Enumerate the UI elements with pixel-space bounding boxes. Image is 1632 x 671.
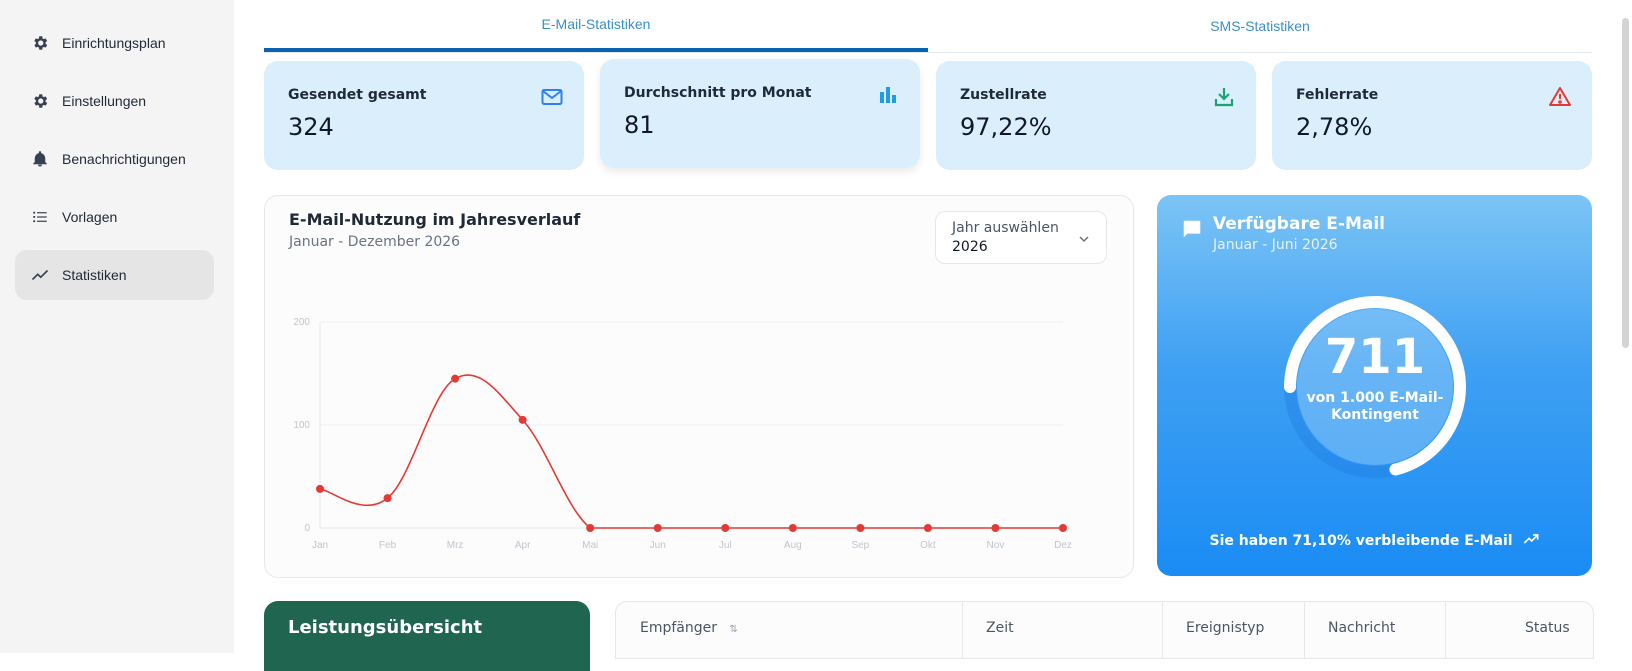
data-point [451,374,460,383]
x-tick-label: Sep [851,540,869,551]
warning-icon [1548,85,1572,109]
sidebar-item-vorlagen[interactable]: Vorlagen [15,192,214,242]
sidebar-item-benachrichtigungen[interactable]: Benachrichtigungen [15,134,214,184]
tab-email-statistiken[interactable]: E-Mail-Statistiken [264,0,928,52]
series-line [319,374,1063,529]
performance-title: Leistungsübersicht [288,617,483,638]
download-icon [1212,85,1236,109]
chevron-down-icon [1078,230,1090,249]
chart-title: E-Mail-Nutzung im Jahresverlauf [289,210,581,229]
trend-icon [30,265,50,285]
stat-label: Fehlerrate [1296,87,1379,103]
year-select-label: Jahr auswählen [952,220,1059,236]
data-point [923,524,932,532]
column-divider [962,602,963,658]
column-divider [1162,602,1163,658]
column-header-status: Status [1525,620,1570,636]
mail-icon [540,85,564,109]
message-icon [1181,218,1203,244]
stat-value: 97,22% [960,113,1052,141]
data-point [856,524,865,532]
sidebar-item-einrichtungsplan[interactable]: Einrichtungsplan [15,18,214,68]
x-tick-label: Jul [719,540,732,551]
scrollbar[interactable] [1620,0,1630,653]
x-tick-label: Mai [582,540,598,551]
gear-icon [30,33,50,53]
bar-chart-icon [876,83,900,107]
stat-card-fehlerrate: Fehlerrate 2,78% [1272,61,1592,170]
available-email-card: Verfügbare E-Mail Januar - Juni 2026 711… [1157,195,1592,576]
stat-value: 81 [624,111,655,139]
sidebar-item-label: Einrichtungsplan [62,35,166,51]
usage-chart-panel: 0 100 200 Jan Feb Mrz Apr Mai Jun Jul Aug Sep Okt Nov… [264,195,1134,578]
data-point [991,524,1000,532]
column-divider [1304,602,1305,658]
sidebar-item-label: Benachrichtigungen [62,151,186,167]
events-table-header: Empfänger ⇅ Zeit Ereignistyp Nachricht S… [615,601,1594,659]
trend-up-icon [1523,531,1539,551]
x-tick-label: Apr [515,540,531,551]
stat-value: 2,78% [1296,113,1373,141]
list-icon [30,207,50,227]
data-point [788,524,797,532]
data-point [586,524,595,532]
available-footer-text: Sie haben 71,10% verbleibende E-Mail [1209,533,1513,549]
available-footer: Sie haben 71,10% verbleibende E-Mail [1157,531,1592,551]
x-tick-label: Dez [1054,540,1072,551]
sidebar-item-label: Statistiken [62,267,127,283]
data-point [1059,524,1067,532]
data-point [316,484,324,493]
stat-card-zustellrate: Zustellrate 97,22% [936,61,1256,170]
sidebar-item-einstellungen[interactable]: Einstellungen [15,76,214,126]
data-point [518,415,527,424]
sidebar: Einrichtungsplan Einstellungen Benachric… [0,0,234,653]
sidebar-item-label: Vorlagen [62,209,118,225]
available-subtitle: Januar - Juni 2026 [1213,237,1338,253]
scrollbar-thumb[interactable] [1622,18,1629,348]
column-header-ereignistyp: Ereignistyp [1186,620,1265,636]
y-tick-label: 200 [293,317,310,328]
available-caption: von 1.000 E-Mail-Kontingent [1306,390,1444,423]
stat-card-gesendet: Gesendet gesamt 324 [264,61,584,170]
stat-value: 324 [288,113,334,141]
x-tick-label: Okt [920,540,936,551]
bell-icon [30,149,50,169]
stat-card-durchschnitt: Durchschnitt pro Monat 81 [600,59,920,168]
y-tick-label: 100 [293,420,310,431]
data-point [721,524,730,532]
year-select[interactable]: Jahr auswählen 2026 [935,211,1107,264]
tab-sms-statistiken[interactable]: SMS-Statistiken [928,0,1592,52]
stat-label: Durchschnitt pro Monat [624,85,812,101]
stats-tabs: E-Mail-Statistiken SMS-Statistiken [264,0,1592,53]
column-divider [1445,602,1446,658]
data-point [383,494,392,503]
year-select-value: 2026 [952,239,988,255]
gear-icon [30,91,50,111]
column-header-nachricht: Nachricht [1328,620,1396,636]
available-number: 711 [1324,329,1426,385]
y-tick-label: 0 [304,523,310,534]
column-header-empfaenger[interactable]: Empfänger ⇅ [640,620,738,636]
sort-icon[interactable]: ⇅ [729,624,737,635]
performance-card: Leistungsübersicht [264,601,590,671]
data-point [653,524,662,532]
sidebar-item-label: Einstellungen [62,93,147,109]
x-tick-label: Jan [312,540,328,551]
x-tick-label: Mrz [447,540,464,551]
available-title: Verfügbare E-Mail [1213,214,1385,234]
stat-label: Gesendet gesamt [288,87,427,103]
stat-label: Zustellrate [960,87,1047,103]
main-content: E-Mail-Statistiken SMS-Statistiken Gesen… [234,0,1632,671]
chart-subtitle: Januar - Dezember 2026 [289,234,461,250]
x-tick-label: Aug [784,540,802,551]
sidebar-item-statistiken[interactable]: Statistiken [15,250,214,300]
column-header-label: Empfänger [640,620,718,636]
x-tick-label: Feb [379,540,397,551]
x-tick-label: Jun [650,540,666,551]
column-header-zeit: Zeit [986,620,1014,636]
quota-gauge: 711 von 1.000 E-Mail-Kontingent [1275,287,1475,487]
x-tick-label: Nov [987,540,1005,551]
